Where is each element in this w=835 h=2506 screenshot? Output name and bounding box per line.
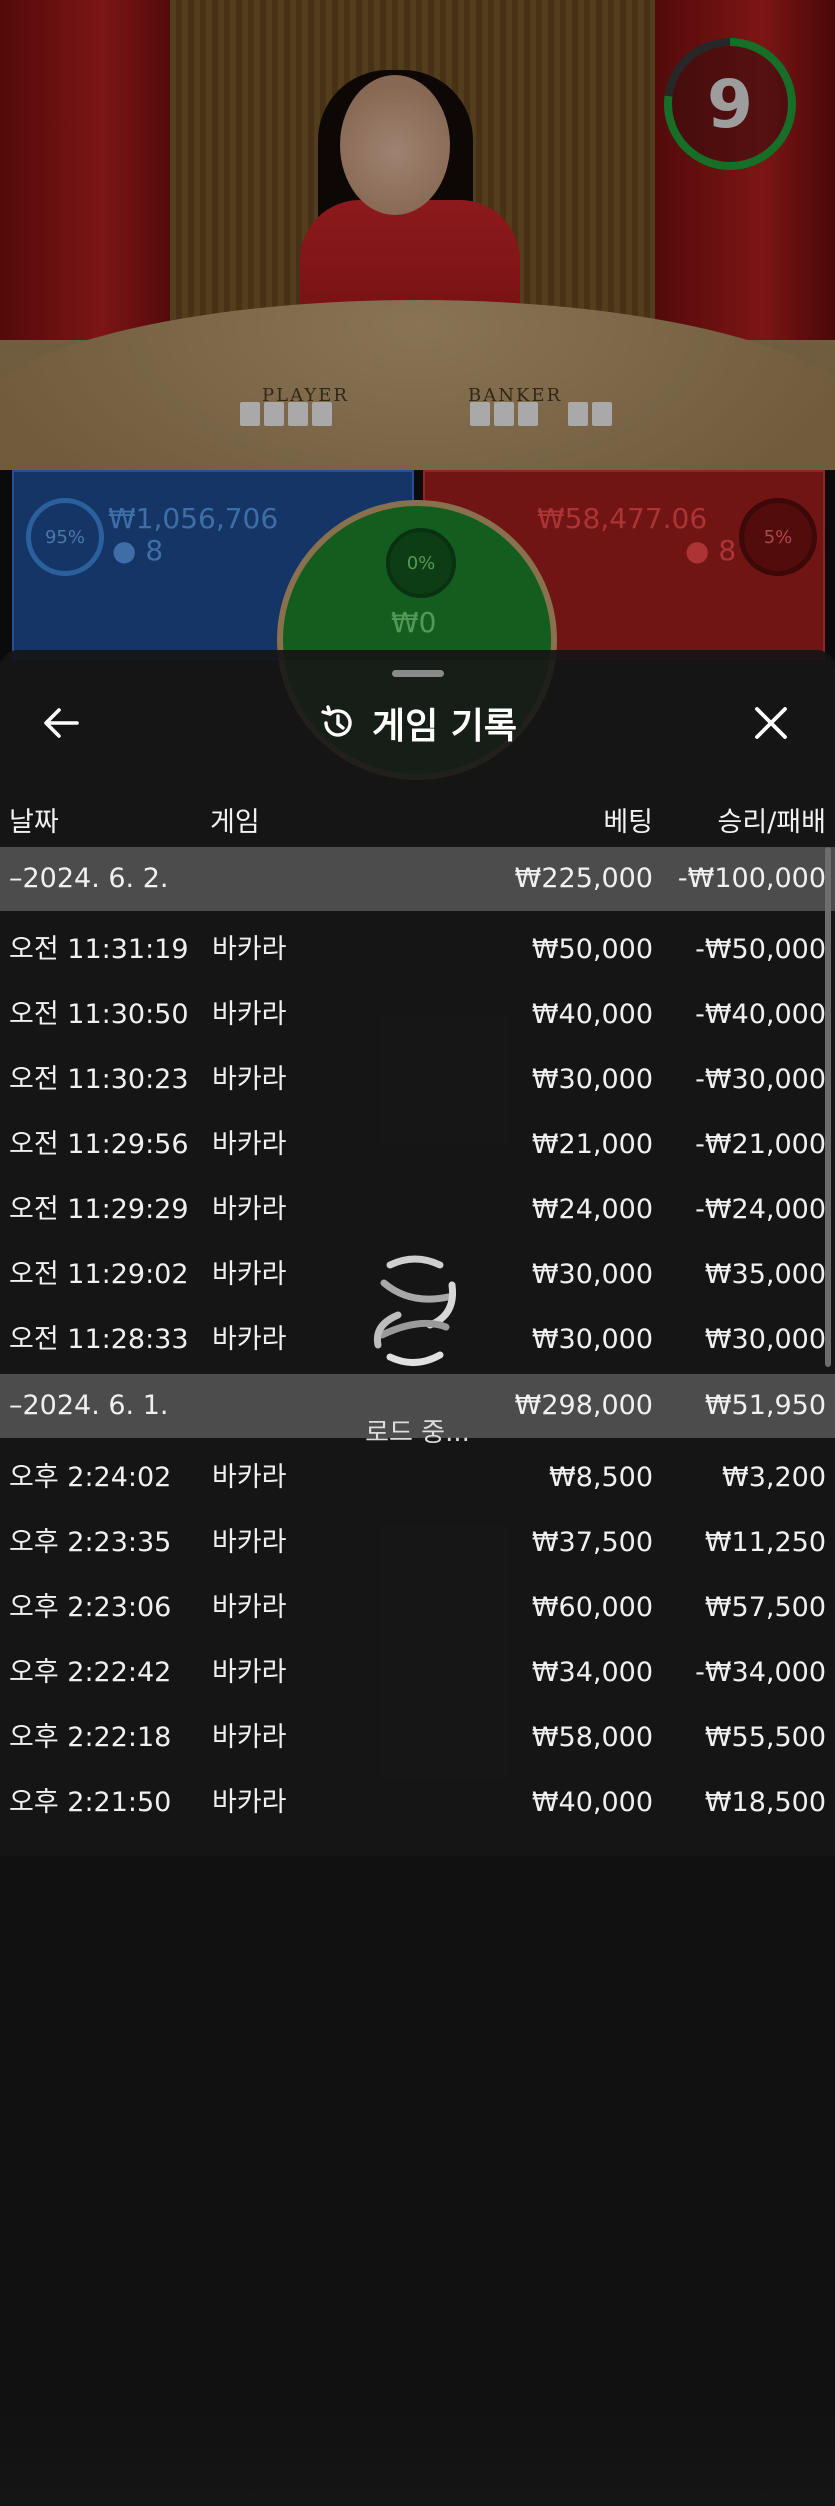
date-group-header[interactable]: –2024. 6. 2. ₩225,000 -₩100,000	[0, 847, 835, 911]
row-bet: ₩34,000	[531, 1657, 653, 1688]
row-bet: ₩37,500	[531, 1527, 653, 1558]
row-result: ₩55,500	[704, 1722, 826, 1753]
row-game: 바카라	[212, 1592, 287, 1623]
row-game: 바카라	[212, 1527, 287, 1558]
row-game: 바카라	[212, 1462, 287, 1493]
row-game: 바카라	[212, 1129, 287, 1160]
row-result: ₩57,500	[704, 1592, 826, 1623]
row-time: 오전 11:30:50	[9, 999, 189, 1030]
row-time: 오전 11:28:33	[9, 1324, 189, 1355]
row-time: 오후 2:23:35	[9, 1527, 172, 1558]
sheet-title: 게임 기록	[371, 706, 517, 747]
row-game: 바카라	[212, 1787, 287, 1818]
column-header-game[interactable]: 게임	[210, 800, 260, 839]
row-bet: ₩30,000	[531, 1259, 653, 1290]
row-result: -₩30,000	[695, 1064, 826, 1095]
row-game: 바카라	[212, 934, 287, 965]
row-bet: ₩40,000	[531, 1787, 653, 1818]
row-time: 오후 2:24:02	[9, 1462, 172, 1493]
table-row[interactable]: 오후 2:21:50 바카라 ₩40,000 ₩18,500	[0, 1770, 835, 1835]
close-icon	[755, 707, 787, 739]
row-bet: ₩58,000	[531, 1722, 653, 1753]
row-time: 오후 2:21:50	[9, 1787, 172, 1818]
table-row[interactable]: 오전 11:30:50 바카라 ₩40,000 -₩40,000	[0, 982, 835, 1047]
table-scrollbar[interactable]	[825, 847, 831, 1367]
row-bet: ₩21,000	[531, 1129, 653, 1160]
table-row[interactable]: 오전 11:29:56 바카라 ₩21,000 -₩21,000	[0, 1112, 835, 1177]
loading-text: 로드 중...	[365, 1418, 470, 1448]
row-bet: ₩60,000	[531, 1592, 653, 1623]
row-game: 바카라	[212, 1324, 287, 1355]
row-result: -₩24,000	[695, 1194, 826, 1225]
row-time: 오후 2:23:06	[9, 1592, 172, 1623]
row-result: -₩40,000	[695, 999, 826, 1030]
sheet-drag-handle[interactable]	[392, 670, 444, 677]
row-game: 바카라	[212, 1722, 287, 1753]
table-row[interactable]: 오후 2:24:02 바카라 ₩8,500 ₩3,200	[0, 1445, 835, 1510]
row-bet: ₩30,000	[531, 1064, 653, 1095]
row-time: 오후 2:22:18	[9, 1722, 172, 1753]
row-time: 오후 2:22:42	[9, 1657, 172, 1688]
row-time: 오전 11:29:02	[9, 1259, 189, 1290]
table-row[interactable]: 오후 2:22:18 바카라 ₩58,000 ₩55,500	[0, 1705, 835, 1770]
row-result: -₩21,000	[695, 1129, 826, 1160]
table-row[interactable]: 오후 2:22:42 바카라 ₩34,000 -₩34,000	[0, 1640, 835, 1705]
row-game: 바카라	[212, 999, 287, 1030]
row-bet: ₩50,000	[531, 934, 653, 965]
sheet-title-group: 게임 기록	[0, 692, 835, 754]
row-time: 오전 11:31:19	[9, 934, 189, 965]
bottom-fade	[0, 2410, 835, 2506]
arrow-left-icon	[44, 708, 79, 738]
loading-spinner-icon	[373, 1255, 457, 1366]
sheet-header: 게임 기록	[0, 692, 835, 754]
close-button[interactable]	[746, 700, 796, 746]
table-row[interactable]: 오전 11:31:19 바카라 ₩50,000 -₩50,000	[0, 917, 835, 982]
table-row[interactable]: 오전 11:30:23 바카라 ₩30,000 -₩30,000	[0, 1047, 835, 1112]
row-time: 오전 11:30:23	[9, 1064, 189, 1095]
row-result: ₩30,000	[704, 1324, 826, 1355]
column-header-date[interactable]: 날짜	[9, 800, 59, 839]
group-date: –2024. 6. 2.	[9, 863, 169, 894]
row-result: -₩34,000	[695, 1657, 826, 1688]
back-button[interactable]	[36, 700, 86, 746]
history-clock-icon	[321, 705, 352, 737]
row-bet: ₩8,500	[549, 1462, 653, 1493]
column-header-win-loss[interactable]: 승리/패배	[718, 800, 826, 839]
row-game: 바카라	[212, 1064, 287, 1095]
row-result: ₩35,000	[704, 1259, 826, 1290]
column-header-bet[interactable]: 베팅	[603, 800, 653, 839]
row-result: ₩18,500	[704, 1787, 826, 1818]
table-row[interactable]: 오전 11:29:29 바카라 ₩24,000 -₩24,000	[0, 1177, 835, 1242]
row-result: -₩50,000	[695, 934, 826, 965]
row-result: ₩3,200	[722, 1462, 826, 1493]
row-game: 바카라	[212, 1657, 287, 1688]
row-bet: ₩24,000	[531, 1194, 653, 1225]
row-bet: ₩30,000	[531, 1324, 653, 1355]
row-time: 오전 11:29:29	[9, 1194, 189, 1225]
table-row[interactable]: 오후 2:23:35 바카라 ₩37,500 ₩11,250	[0, 1510, 835, 1575]
group-bet-total: ₩225,000	[514, 863, 653, 894]
table-row[interactable]: 오후 2:23:06 바카라 ₩60,000 ₩57,500	[0, 1575, 835, 1640]
row-game: 바카라	[212, 1194, 287, 1225]
row-time: 오전 11:29:56	[9, 1129, 189, 1160]
backdrop-dim-overlay	[0, 0, 835, 660]
row-result: ₩11,250	[704, 1527, 826, 1558]
row-bet: ₩40,000	[531, 999, 653, 1030]
row-game: 바카라	[212, 1259, 287, 1290]
group-win-total: -₩100,000	[677, 863, 826, 894]
